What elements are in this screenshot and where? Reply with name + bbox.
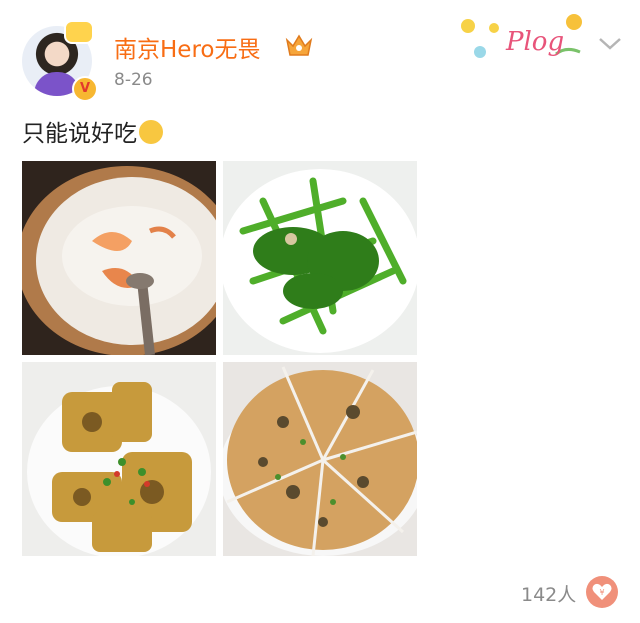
thinking-emoji-icon [139,120,163,144]
author-name[interactable]: 南京Hero无畏 [114,30,260,64]
like-button[interactable]: ¥ [586,576,618,608]
stir-fried-greens-photo[interactable] [223,161,417,355]
svg-text:¥: ¥ [599,588,604,597]
crown-badge-icon [285,34,313,56]
verified-badge-icon: V [72,76,98,102]
post-text: 只能说好吃 [22,114,163,148]
egg-pancake-photo[interactable] [223,362,417,556]
heart-icon: ¥ [592,583,612,600]
avatar[interactable]: V [22,20,98,102]
congee-pot-photo[interactable] [22,161,216,355]
egg-pancake-image [223,362,417,556]
braised-fish-photo[interactable] [22,362,216,556]
avatar-pendant-icon [64,20,94,44]
chevron-down-icon[interactable] [595,32,625,54]
plog-sticker-text: Plog [505,27,564,57]
post-date: 8-26 [114,70,153,90]
post-text-content: 只能说好吃 [22,121,137,147]
stir-fried-greens-image [223,161,417,355]
like-count: 142人 [521,584,577,606]
plog-sticker: Plog [461,14,582,58]
congee-pot-image [22,161,216,355]
braised-fish-image [22,362,216,556]
